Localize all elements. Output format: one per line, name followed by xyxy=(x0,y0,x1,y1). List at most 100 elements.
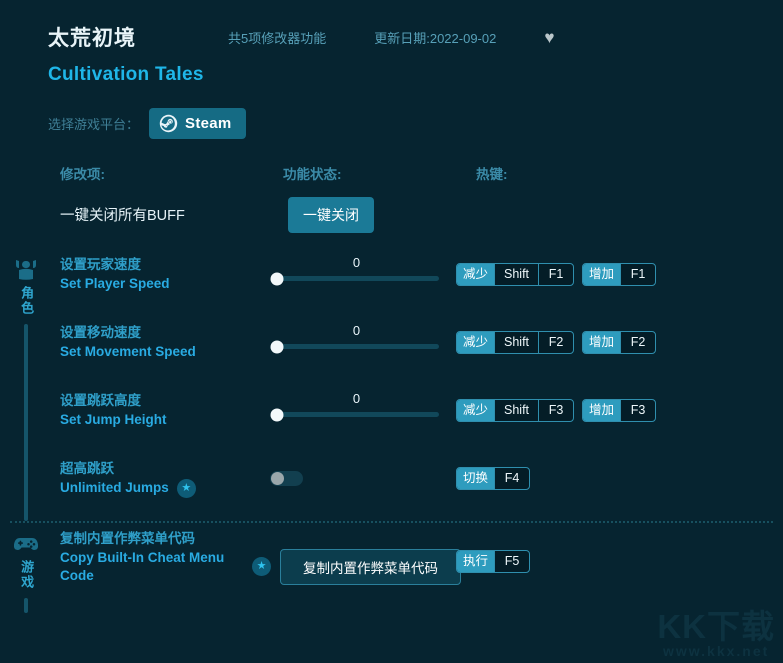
feature-toggle[interactable] xyxy=(270,471,303,486)
section-body: 角色 设置玩家速度 Set Player Speed 0 减少 Shift F1 增加 F1 设置… xyxy=(0,249,783,521)
cheat-rows: 复制内置作弊菜单代码 Copy Built-In Cheat Menu Code ★… xyxy=(52,523,783,613)
close-all-buffs-row: 一键关闭所有BUFF 一键关闭 xyxy=(0,197,783,249)
cheat-name-cn: 设置玩家速度 xyxy=(60,257,141,272)
section-body: 游戏 复制内置作弊菜单代码 Copy Built-In Cheat Menu Cod… xyxy=(0,523,783,613)
cheat-section: 游戏 复制内置作弊菜单代码 Copy Built-In Cheat Menu Cod… xyxy=(0,523,783,613)
cheat-section: 角色 设置玩家速度 Set Player Speed 0 减少 Shift F1 增加 F1 设置… xyxy=(0,249,783,521)
cheat-row-names: 复制内置作弊菜单代码 Copy Built-In Cheat Menu Code xyxy=(60,529,250,585)
column-header-mod: 修改项: xyxy=(60,167,105,182)
category-accent-bar xyxy=(24,324,28,521)
cheat-row-names: 设置玩家速度 Set Player Speed xyxy=(60,255,250,293)
hotkey-key[interactable]: F1 xyxy=(538,264,573,285)
hotkey-group: 减少 Shift F3 增加 F3 xyxy=(456,399,657,422)
hotkey-group: 执行 F5 xyxy=(456,550,531,573)
cheat-name-en: Copy Built-In Cheat Menu Code xyxy=(60,549,225,583)
platform-selector-row: 选择游戏平台： Steam xyxy=(0,108,783,139)
hotkey-binding[interactable]: 增加 F3 xyxy=(582,399,657,422)
hotkey-key[interactable]: F3 xyxy=(620,400,655,421)
cheat-row: 设置移动速度 Set Movement Speed 0 减少 Shift F2 增加 F2 xyxy=(52,317,783,385)
cheat-row-names: 超高跳跃 Unlimited Jumps ★ xyxy=(60,459,250,498)
character-icon xyxy=(16,260,36,280)
watermark-main-text: KK下载 xyxy=(657,608,775,646)
toggle-knob xyxy=(271,472,284,485)
hotkey-binding[interactable]: 增加 F1 xyxy=(582,263,657,286)
cheat-row: 超高跳跃 Unlimited Jumps ★ 切换 F4 xyxy=(52,453,783,521)
cheat-sections: 角色 设置玩家速度 Set Player Speed 0 减少 Shift F1 增加 F1 设置… xyxy=(0,249,783,613)
hotkey-key[interactable]: Shift xyxy=(494,400,538,421)
cheat-name-en: Set Player Speed xyxy=(60,275,170,291)
hotkey-binding[interactable]: 减少 Shift F3 xyxy=(456,399,575,422)
hotkey-binding[interactable]: 减少 Shift F2 xyxy=(456,331,575,354)
app-header: 太荒初境 共5项修改器功能 更新日期:2022-09-02 ♥ Cultivat… xyxy=(0,0,783,86)
slider-track[interactable] xyxy=(270,340,439,353)
hotkey-group: 减少 Shift F1 增加 F1 xyxy=(456,263,657,286)
close-all-button[interactable]: 一键关闭 xyxy=(288,197,374,233)
gamepad-icon xyxy=(13,538,39,550)
slider-thumb[interactable] xyxy=(270,408,284,421)
cheat-row-names: 设置移动速度 Set Movement Speed xyxy=(60,323,250,361)
cheat-name-en: Unlimited Jumps ★ xyxy=(60,478,250,498)
site-watermark: KK下载 www.kkx.net xyxy=(657,610,775,659)
column-headers: 修改项: 功能状态: 热键: xyxy=(0,163,783,183)
page-subtitle: Cultivation Tales xyxy=(48,64,204,85)
category-accent-bar xyxy=(24,598,28,613)
hotkey-action-label: 执行 xyxy=(457,551,495,572)
cheat-row-names: 设置跳跃高度 Set Jump Height xyxy=(60,391,250,429)
value-slider[interactable]: 0 xyxy=(270,391,439,421)
hotkey-action-label: 减少 xyxy=(457,332,495,353)
watermark-url-text: www.kkx.net xyxy=(663,643,770,659)
slider-track[interactable] xyxy=(270,408,439,421)
platform-steam-label: Steam xyxy=(185,115,232,132)
category-label: 游戏 xyxy=(19,560,35,590)
cheat-rows: 设置玩家速度 Set Player Speed 0 减少 Shift F1 增加 F1 设置移动… xyxy=(52,249,783,521)
slider-value-label: 0 xyxy=(352,323,361,338)
hotkey-key[interactable]: F3 xyxy=(538,400,573,421)
header-title-row: 太荒初境 共5项修改器功能 更新日期:2022-09-02 ♥ xyxy=(48,22,783,52)
cheat-name-en: Set Movement Speed xyxy=(60,343,196,359)
platform-label: 选择游戏平台： xyxy=(48,117,140,132)
steam-icon xyxy=(159,114,178,133)
hotkey-key[interactable]: F4 xyxy=(494,468,529,489)
page-title: 太荒初境 xyxy=(48,27,136,50)
feature-count-label: 共5项修改器功能 xyxy=(228,30,327,46)
slider-value-label: 0 xyxy=(352,255,361,270)
hotkey-key[interactable]: F2 xyxy=(620,332,655,353)
hotkey-key[interactable]: F2 xyxy=(538,332,573,353)
category-label: 角色 xyxy=(19,286,35,316)
hotkey-group: 减少 Shift F2 增加 F2 xyxy=(456,331,657,354)
hotkey-action-label: 减少 xyxy=(457,400,495,421)
cheat-row: 设置玩家速度 Set Player Speed 0 减少 Shift F1 增加 F1 xyxy=(52,249,783,317)
cheat-name-cn: 复制内置作弊菜单代码 xyxy=(60,531,195,546)
hotkey-binding[interactable]: 减少 Shift F1 xyxy=(456,263,575,286)
premium-star-badge[interactable]: ★ xyxy=(176,478,196,498)
hotkey-key[interactable]: Shift xyxy=(494,264,538,285)
slider-thumb[interactable] xyxy=(270,340,284,353)
category-column: 角色 xyxy=(0,249,52,521)
value-slider[interactable]: 0 xyxy=(270,255,439,285)
column-header-hotkey: 热键: xyxy=(476,167,508,182)
slider-track[interactable] xyxy=(270,272,439,285)
value-slider[interactable]: 0 xyxy=(270,323,439,353)
hotkey-binding[interactable]: 切换 F4 xyxy=(456,467,531,490)
cheat-row: 复制内置作弊菜单代码 Copy Built-In Cheat Menu Code ★… xyxy=(52,523,783,613)
hotkey-binding[interactable]: 执行 F5 xyxy=(456,550,531,573)
close-all-buffs-label: 一键关闭所有BUFF xyxy=(60,208,185,224)
execute-action-button[interactable]: 复制内置作弊菜单代码 xyxy=(280,549,461,585)
hotkey-key[interactable]: Shift xyxy=(494,332,538,353)
slider-thumb[interactable] xyxy=(270,272,284,285)
favorite-heart-icon[interactable]: ♥ xyxy=(544,29,554,46)
slider-value-label: 0 xyxy=(352,391,361,406)
category-column: 游戏 xyxy=(0,523,52,613)
hotkey-binding[interactable]: 增加 F2 xyxy=(582,331,657,354)
hotkey-action-label: 减少 xyxy=(457,264,495,285)
column-header-state: 功能状态: xyxy=(283,167,342,182)
hotkey-action-label: 增加 xyxy=(583,264,621,285)
cheat-name-cn: 设置移动速度 xyxy=(60,325,141,340)
platform-steam-button[interactable]: Steam xyxy=(149,108,246,139)
hotkey-key[interactable]: F1 xyxy=(620,264,655,285)
hotkey-action-label: 增加 xyxy=(583,332,621,353)
premium-star-badge[interactable]: ★ xyxy=(252,557,271,576)
cheat-name-cn: 超高跳跃 xyxy=(60,461,114,476)
hotkey-key[interactable]: F5 xyxy=(494,551,529,572)
hotkey-action-label: 切换 xyxy=(457,468,495,489)
